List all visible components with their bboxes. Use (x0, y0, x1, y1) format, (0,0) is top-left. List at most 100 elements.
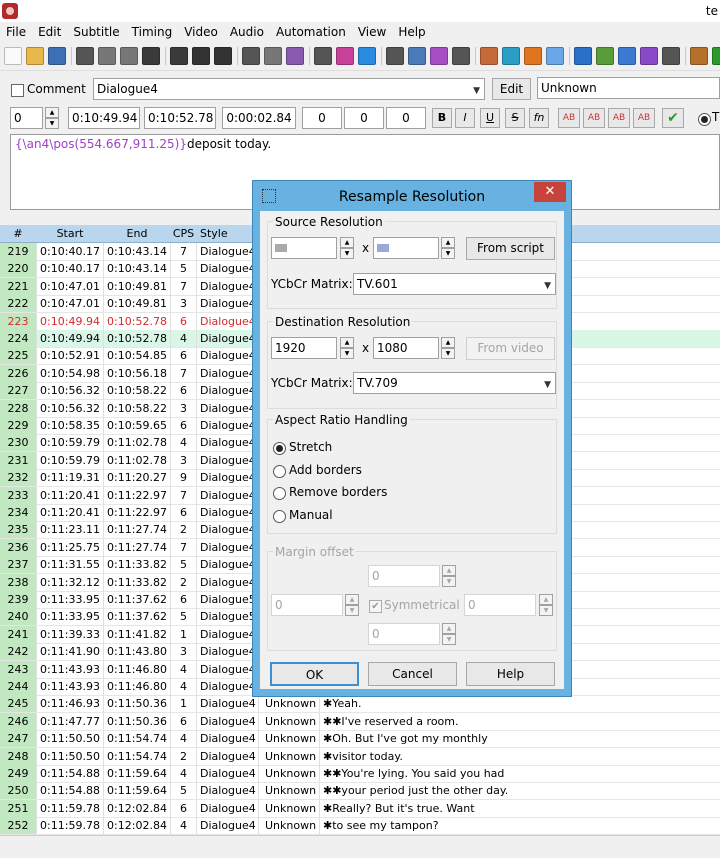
fonts-icon[interactable] (314, 47, 332, 65)
margin-top-field[interactable]: 0 (368, 565, 440, 587)
source-height-up-icon[interactable]: ▲ (441, 237, 455, 248)
timing-post-icon[interactable] (502, 47, 520, 65)
margin-left-field[interactable]: 0 (271, 594, 343, 616)
dev-icon[interactable] (662, 47, 680, 65)
source-height-field[interactable] (373, 237, 439, 259)
layer-up-icon[interactable]: ▲ (45, 107, 59, 118)
menu-view[interactable]: View (352, 22, 392, 40)
close-icon[interactable]: ✕ (534, 182, 566, 202)
col-number[interactable]: # (0, 225, 36, 242)
resample-icon[interactable] (574, 47, 592, 65)
automation-icon[interactable] (336, 47, 354, 65)
cancel-button[interactable]: Cancel (368, 662, 457, 686)
col-end[interactable]: End (104, 225, 170, 242)
stretch-radio[interactable] (273, 442, 286, 455)
spell-icon[interactable] (430, 47, 448, 65)
styles-icon[interactable] (264, 47, 282, 65)
strikeout-button[interactable]: S (505, 108, 525, 128)
margin-right-field[interactable]: 0 (464, 594, 536, 616)
margin-left-down-icon[interactable]: ▼ (345, 605, 359, 616)
menu-automation[interactable]: Automation (270, 22, 352, 40)
col-style[interactable]: Style (197, 225, 240, 242)
margin-right-down-icon[interactable]: ▼ (539, 605, 553, 616)
menu-help[interactable]: Help (392, 22, 431, 40)
menu-file[interactable]: File (0, 22, 32, 40)
dest-height-up-icon[interactable]: ▲ (441, 337, 455, 348)
open-file-icon[interactable] (26, 47, 44, 65)
dest-width-up-icon[interactable]: ▲ (340, 337, 354, 348)
check-icon[interactable] (712, 47, 720, 65)
hammer-icon[interactable] (690, 47, 708, 65)
margin-right-up-icon[interactable]: ▲ (539, 594, 553, 605)
dest-height-down-icon[interactable]: ▼ (441, 348, 455, 359)
subtitle-icon[interactable] (242, 47, 260, 65)
table-row[interactable]: 248 0:11:50.50 0:11:54.74 2 Dialogue4 Unknown… (0, 747, 720, 766)
underline-button[interactable]: U (480, 108, 500, 128)
video-close-icon[interactable] (170, 47, 188, 65)
new-file-icon[interactable] (4, 47, 22, 65)
table-row[interactable]: 250 0:11:54.88 0:11:59.64 5 Dialogue4 Unknown… (0, 782, 720, 801)
add-borders-radio[interactable] (273, 465, 286, 478)
table-row[interactable]: 247 0:11:50.50 0:11:54.74 4 Dialogue4 Unknown… (0, 730, 720, 749)
jump-icon[interactable] (76, 47, 94, 65)
attachments-icon[interactable] (286, 47, 304, 65)
margin-left-field[interactable]: 0 (302, 107, 342, 129)
ok-button[interactable]: OK (270, 662, 359, 686)
shift-times-icon[interactable] (480, 47, 498, 65)
commit-check-icon[interactable]: ✔ (662, 108, 684, 128)
comment-checkbox[interactable] (11, 84, 24, 97)
find-icon[interactable] (386, 47, 404, 65)
replace-icon[interactable] (408, 47, 426, 65)
dest-width-field[interactable]: 1920 (271, 337, 337, 359)
edit-style-button[interactable]: Edit (492, 78, 531, 100)
secondary-color-button[interactable]: AB (583, 108, 605, 128)
source-width-up-icon[interactable]: ▲ (340, 237, 354, 248)
table-row[interactable]: 251 0:11:59.78 0:12:02.84 6 Dialogue4 Unknown… (0, 799, 720, 818)
source-width-down-icon[interactable]: ▼ (340, 248, 354, 259)
primary-color-button[interactable]: AB (558, 108, 580, 128)
margin-bottom-up-icon[interactable]: ▲ (442, 623, 456, 634)
fit-icon[interactable] (596, 47, 614, 65)
keyframes-icon[interactable] (192, 47, 210, 65)
menu-edit[interactable]: Edit (32, 22, 67, 40)
table-row[interactable]: 246 0:11:47.77 0:11:50.36 6 Dialogue4 Unknown… (0, 712, 720, 731)
actor-field[interactable]: Unknown (537, 77, 720, 99)
dest-width-down-icon[interactable]: ▼ (340, 348, 354, 359)
italic-button[interactable]: I (455, 108, 475, 128)
dest-height-field[interactable]: 1080 (373, 337, 439, 359)
col-start[interactable]: Start (37, 225, 103, 242)
table-row[interactable]: 245 0:11:46.93 0:11:50.36 1 Dialogue4 Unknown… (0, 695, 720, 714)
properties-icon[interactable] (358, 47, 376, 65)
layer-down-icon[interactable]: ▼ (45, 118, 59, 129)
dest-matrix-select[interactable]: TV.709 ▼ (353, 372, 556, 394)
translation-icon[interactable] (546, 47, 564, 65)
duration-field[interactable]: 0:00:02.84 (222, 107, 296, 129)
menu-timing[interactable]: Timing (126, 22, 179, 40)
symmetrical-checkbox[interactable]: ✔ (369, 600, 382, 613)
table-row[interactable]: 249 0:11:54.88 0:11:59.64 4 Dialogue4 Unknown… (0, 765, 720, 783)
menu-subtitle[interactable]: Subtitle (67, 22, 125, 40)
margin-left-up-icon[interactable]: ▲ (345, 594, 359, 605)
save-icon[interactable] (48, 47, 66, 65)
style-select[interactable]: Dialogue4 ▼ (93, 78, 485, 100)
video-open-icon[interactable] (142, 47, 160, 65)
remove-borders-radio[interactable] (273, 487, 286, 500)
table-row[interactable]: 252 0:11:59.78 0:12:02.84 4 Dialogue4 Unknown… (0, 817, 720, 836)
margin-bottom-field[interactable]: 0 (368, 623, 440, 645)
help-button[interactable]: Help (466, 662, 555, 686)
end-time-field[interactable]: 0:10:52.78 (144, 107, 216, 129)
shadow-color-button[interactable]: AB (633, 108, 655, 128)
manual-radio[interactable] (273, 510, 286, 523)
layer-field[interactable]: 0 (10, 107, 43, 129)
menu-audio[interactable]: Audio (224, 22, 270, 40)
margin-top-down-icon[interactable]: ▼ (442, 576, 456, 587)
outline-color-button[interactable]: AB (608, 108, 630, 128)
col-cps[interactable]: CPS (171, 225, 196, 242)
menu-video[interactable]: Video (178, 22, 224, 40)
zoom-in-icon[interactable] (98, 47, 116, 65)
margin-right-field[interactable]: 0 (344, 107, 384, 129)
source-matrix-select[interactable]: TV.601 ▼ (353, 273, 556, 295)
zoom-out-icon[interactable] (120, 47, 138, 65)
source-height-down-icon[interactable]: ▼ (441, 248, 455, 259)
time-mode-radio[interactable] (698, 113, 711, 126)
